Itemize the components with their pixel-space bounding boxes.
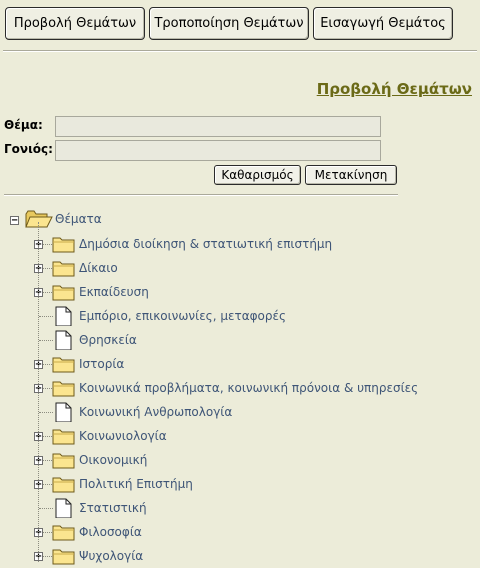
tree-branch-line: [43, 292, 52, 293]
tree-branch-line: [43, 556, 52, 557]
tree-node-label[interactable]: Εμπόριο, επικοινωνίες, μεταφορές: [79, 309, 286, 323]
tree-node-row[interactable]: + Ψυχολογία: [0, 544, 480, 568]
tree-node-label[interactable]: Εκπαίδευση: [79, 285, 149, 299]
tree-node-label[interactable]: Δίκαιο: [79, 261, 118, 275]
folder-icon: [52, 453, 75, 469]
tree-root-label[interactable]: Θέματα: [55, 212, 102, 226]
folder-icon: [52, 429, 75, 445]
tree-branch-line: [39, 508, 53, 509]
toolbar-divider: [3, 50, 477, 52]
subject-input[interactable]: [55, 116, 381, 137]
parent-input[interactable]: [55, 140, 381, 161]
edit-subjects-button[interactable]: Τροποποίηση Θεμάτων: [149, 7, 309, 40]
parent-label: Γονιός:: [4, 142, 53, 156]
subject-tree: − Θέματα + Δημόσια διοίκηση & στατιωτική …: [0, 204, 480, 567]
tree-node-label[interactable]: Οικονομική: [79, 453, 147, 467]
collapse-icon[interactable]: −: [10, 216, 19, 226]
folder-icon: [52, 549, 75, 565]
tree-node-label[interactable]: Στατιστική: [79, 501, 147, 515]
tree-node-row[interactable]: + Φιλοσοφία: [0, 520, 480, 544]
tree-node-label[interactable]: Δημόσια διοίκηση & στατιωτική επιστήμη: [79, 237, 332, 251]
folder-icon: [52, 285, 75, 301]
tree-node-row[interactable]: Εμπόριο, επικοινωνίες, μεταφορές: [0, 304, 480, 328]
tree-node-label[interactable]: Ψυχολογία: [79, 549, 143, 563]
tree-node-row[interactable]: Στατιστική: [0, 496, 480, 520]
view-subjects-button[interactable]: Προβολή Θεμάτων: [5, 7, 145, 40]
subject-label: Θέμα:: [4, 118, 43, 132]
tree-branch-line: [43, 244, 52, 245]
tree-node-label[interactable]: Κοινωνικά προβλήματα, κοινωνική πρόνοια …: [79, 381, 418, 395]
tree-node-label[interactable]: Κοινωνιολογία: [79, 429, 167, 443]
document-icon: [55, 498, 72, 518]
tree-connector-line: [38, 222, 39, 562]
insert-subject-button[interactable]: Εισαγωγή Θεμάτος: [313, 7, 453, 40]
tree-node-row[interactable]: + Εκπαίδευση: [0, 280, 480, 304]
document-icon: [55, 330, 72, 350]
tree-node-row[interactable]: Θρησκεία: [0, 328, 480, 352]
tree-branch-line: [43, 436, 52, 437]
tree-branch-line: [43, 484, 52, 485]
folder-icon: [52, 381, 75, 397]
folder-icon: [52, 477, 75, 493]
tree-branch-line: [43, 268, 52, 269]
tree-node-label[interactable]: Θρησκεία: [79, 333, 137, 347]
tree-node-row[interactable]: + Κοινωνιολογία: [0, 424, 480, 448]
document-icon: [55, 306, 72, 326]
tree-branch-line: [39, 316, 53, 317]
tree-node-label[interactable]: Ιστορία: [79, 357, 124, 371]
tree-node-row[interactable]: Κοινωνική Ανθρωπολογία: [0, 400, 480, 424]
tree-branch-line: [43, 460, 52, 461]
clear-button[interactable]: Καθαρισμός: [214, 165, 301, 185]
folder-icon: [52, 237, 75, 253]
document-icon: [55, 402, 72, 422]
move-button[interactable]: Μετακίνηση: [305, 165, 397, 185]
tree-branch-line: [43, 532, 52, 533]
folder-icon: [52, 525, 75, 541]
folder-icon: [52, 357, 75, 373]
tree-node-row[interactable]: + Δίκαιο: [0, 256, 480, 280]
page-title-link[interactable]: Προβολή Θεμάτων: [317, 80, 472, 98]
tree-node-row[interactable]: + Πολιτική Επιστήμη: [0, 472, 480, 496]
tree-node-row[interactable]: + Ιστορία: [0, 352, 480, 376]
tree-node-row[interactable]: + Δημόσια διοίκηση & στατιωτική επιστήμη: [0, 232, 480, 256]
form-divider: [4, 194, 398, 196]
tree-root-row[interactable]: − Θέματα: [0, 208, 480, 232]
tree-node-row[interactable]: + Κοινωνικά προβλήματα, κοινωνική πρόνοια…: [0, 376, 480, 400]
tree-branch-line: [43, 364, 52, 365]
tree-node-label[interactable]: Φιλοσοφία: [79, 525, 142, 539]
tree-branch-line: [43, 388, 52, 389]
folder-open-icon: [25, 210, 53, 228]
tree-branch-line: [39, 340, 53, 341]
tree-branch-line: [39, 412, 53, 413]
tree-node-label[interactable]: Πολιτική Επιστήμη: [79, 477, 193, 491]
tree-node-row[interactable]: + Οικονομική: [0, 448, 480, 472]
tree-node-label[interactable]: Κοινωνική Ανθρωπολογία: [79, 405, 232, 419]
folder-icon: [52, 261, 75, 277]
